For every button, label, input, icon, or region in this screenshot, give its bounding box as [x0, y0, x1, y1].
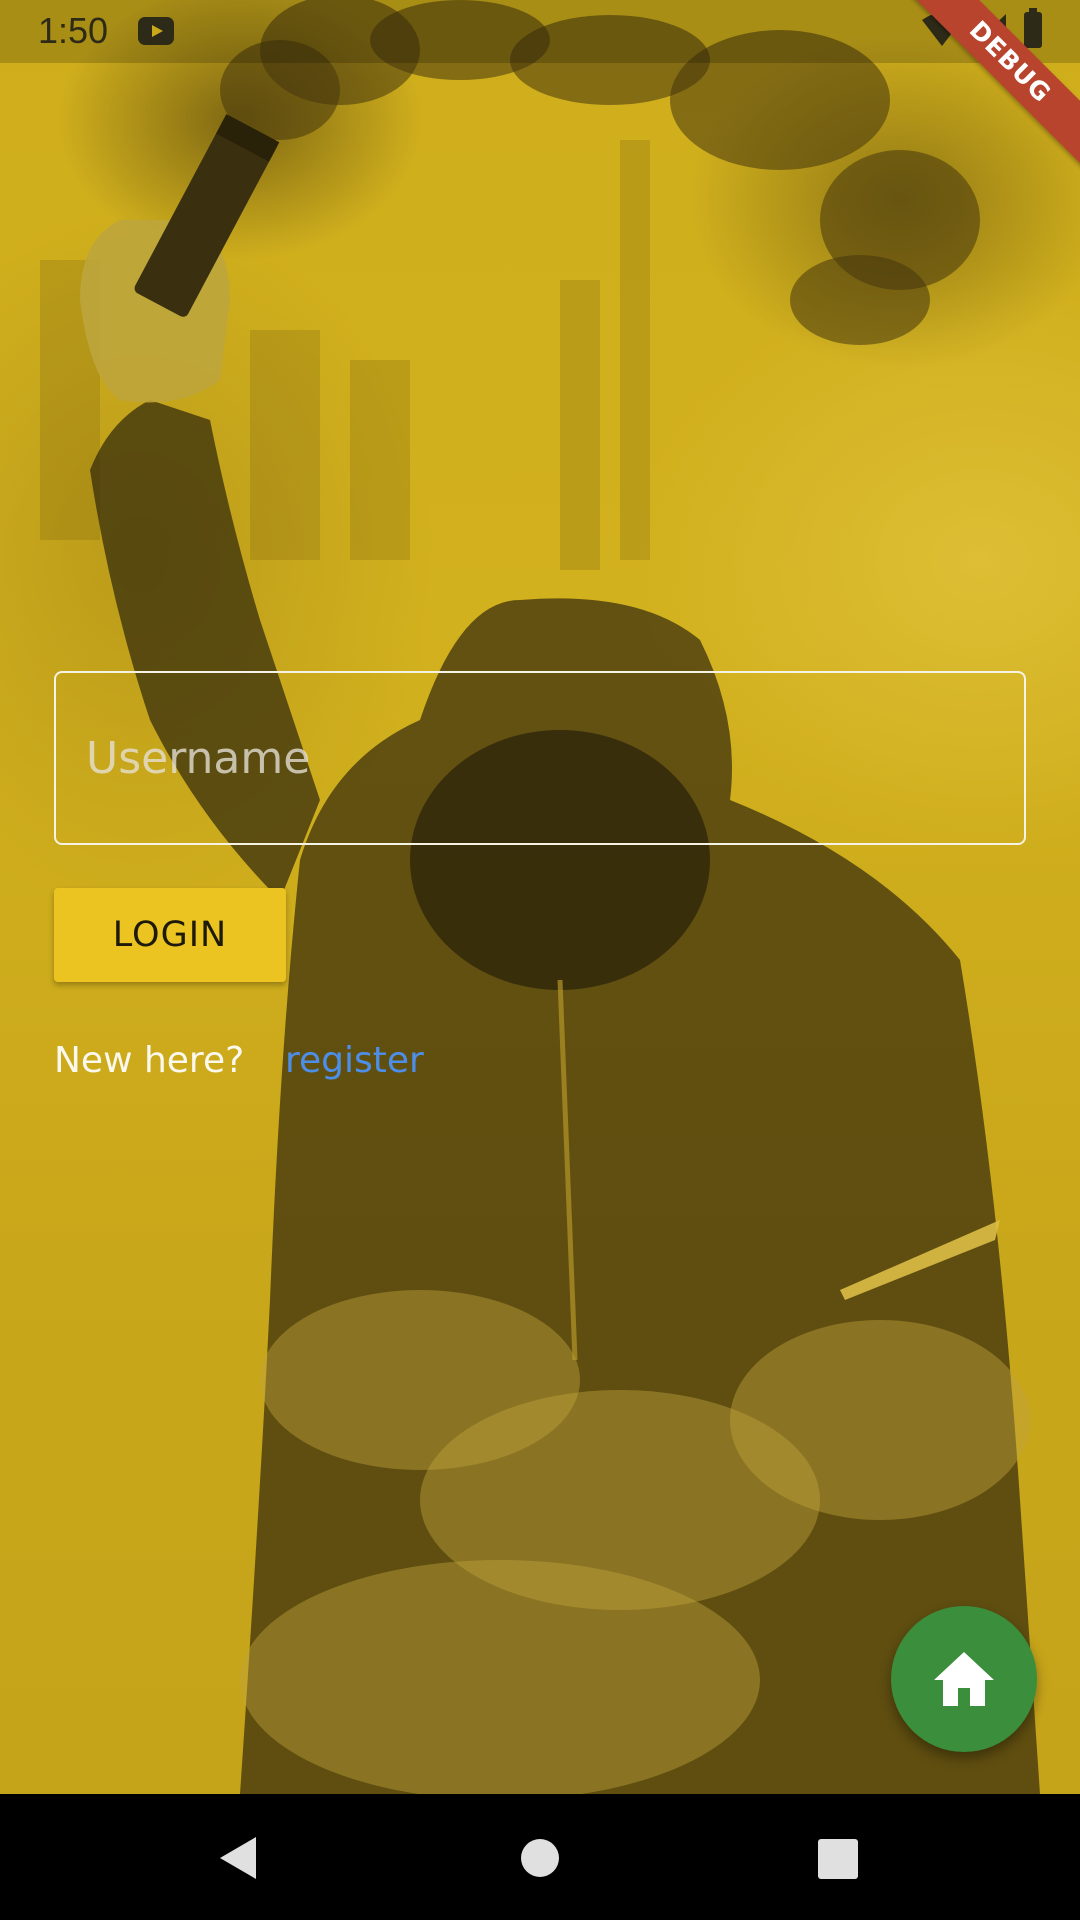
status-bar: 1:50: [0, 0, 1080, 63]
home-fab-button[interactable]: [891, 1606, 1037, 1752]
home-icon: [934, 1652, 994, 1706]
username-field[interactable]: [54, 671, 1026, 845]
back-icon[interactable]: [218, 1835, 258, 1881]
home-circle-icon[interactable]: [521, 1839, 559, 1877]
battery-icon: [1024, 8, 1042, 48]
status-time: 1:50: [38, 10, 109, 51]
register-link[interactable]: register: [285, 1040, 424, 1081]
recents-icon[interactable]: [818, 1839, 858, 1879]
youtube-icon: [138, 17, 174, 45]
new-here-label: New here?: [54, 1040, 245, 1081]
navigation-bar: [0, 1794, 1080, 1920]
login-button[interactable]: LOGIN: [54, 888, 286, 982]
